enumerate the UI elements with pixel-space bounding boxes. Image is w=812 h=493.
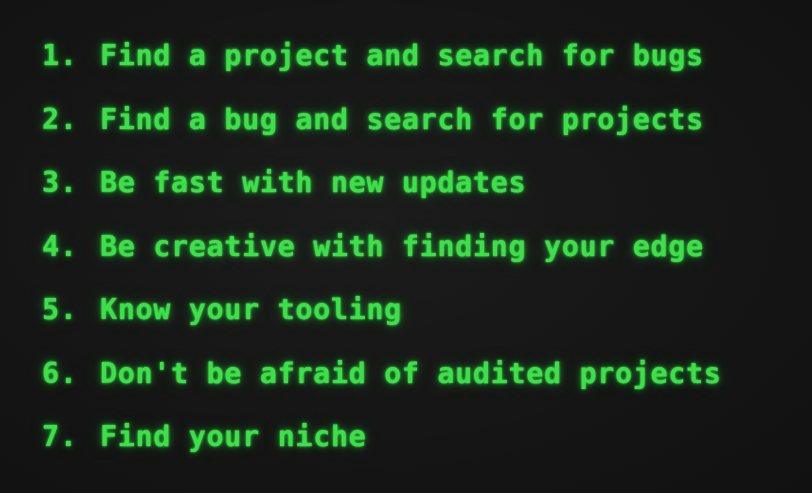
item-text: Be creative with finding your edge — [100, 229, 704, 263]
item-number: 4. — [42, 229, 78, 263]
item-number: 3. — [42, 166, 78, 199]
item-text: Know your tooling — [100, 293, 402, 326]
item-text: Find a bug and search for projects — [100, 102, 704, 136]
list-item: 5. Know your tooling — [42, 284, 722, 348]
list-item: 6. Don't be afraid of audited projects — [42, 348, 722, 412]
item-text: Find your niche — [100, 420, 367, 453]
item-number: 1. — [42, 39, 78, 72]
list-item: 1. Find a project and search for bugs — [42, 30, 722, 94]
item-text: Be fast with new updates — [100, 166, 527, 199]
item-number: 7. — [42, 420, 78, 453]
list-item: 2. Find a bug and search for projects — [42, 94, 722, 158]
item-number: 2. — [42, 102, 78, 136]
terminal-screen: 1. Find a project and search for bugs 2. F… — [0, 0, 812, 493]
list-item: 4. Be creative with finding your edge — [42, 221, 722, 285]
item-text: Find a project and search for bugs — [100, 39, 704, 72]
item-number: 5. — [42, 293, 78, 326]
list-item: 3. Be fast with new updates — [42, 157, 722, 221]
item-text: Don't be afraid of audited projects — [100, 356, 722, 390]
item-number: 6. — [42, 356, 78, 390]
tips-list: 1. Find a project and search for bugs 2. F… — [42, 30, 722, 475]
list-item: 7. Find your niche — [42, 411, 722, 475]
